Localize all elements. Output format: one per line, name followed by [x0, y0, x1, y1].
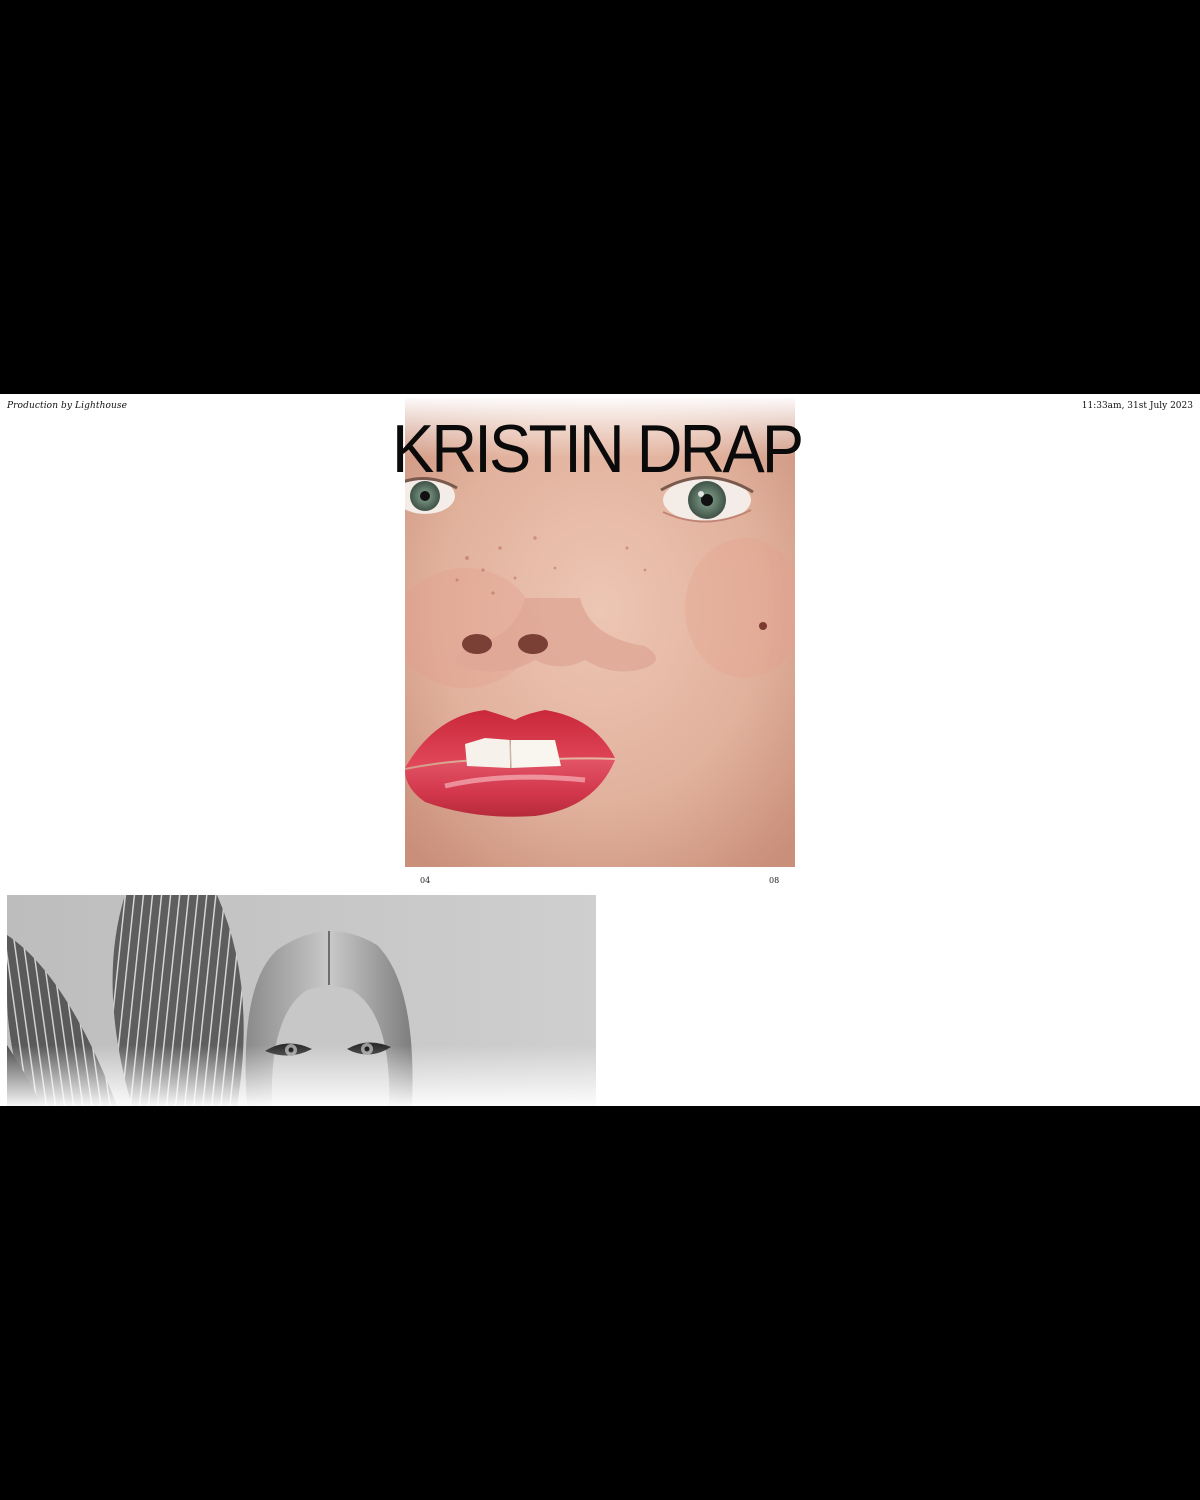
production-credit[interactable]: Production by Lighthouse	[7, 401, 127, 411]
site-title[interactable]: KRISTIN DRAP	[392, 415, 804, 483]
slide-counter-total: 08	[769, 876, 780, 885]
slide-counter-current: 04	[420, 876, 431, 885]
datetime-readout: 11:33am, 31st July 2023	[1081, 401, 1193, 411]
page-canvas: Production by Lighthouse 11:33am, 31st J…	[0, 394, 1200, 1106]
gallery-bw-portrait-image[interactable]	[7, 895, 596, 1106]
